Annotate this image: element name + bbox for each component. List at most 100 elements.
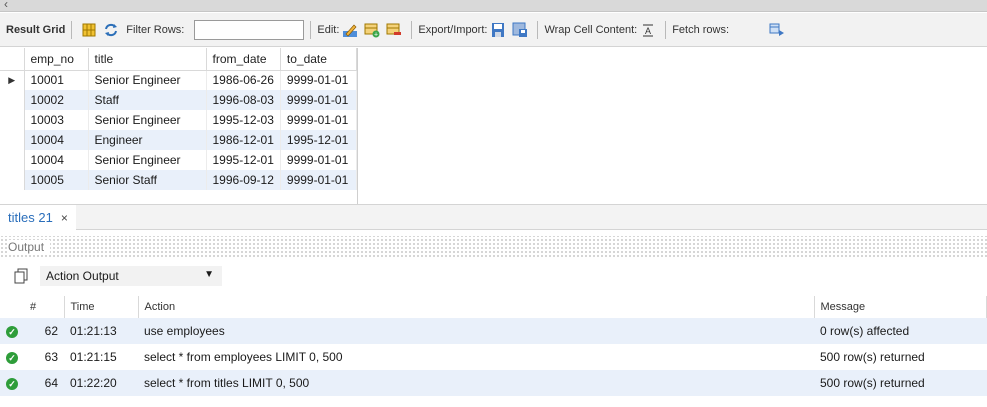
cell-to-date[interactable]: 9999-01-01: [280, 150, 357, 170]
table-row[interactable]: ▶ 10001 Senior Engineer 1986-06-26 9999-…: [0, 70, 357, 90]
row-marker-header: [0, 48, 25, 71]
column-header-from-date[interactable]: from_date: [206, 48, 281, 71]
row-marker: [0, 130, 25, 150]
output-row[interactable]: ✓ 64 01:22:20 select * from titles LIMIT…: [0, 370, 987, 396]
cell-from-date[interactable]: 1995-12-03: [206, 110, 281, 130]
back-arrow-icon[interactable]: ‹: [4, 0, 8, 11]
table-row[interactable]: 10005 Senior Staff 1996-09-12 9999-01-01: [0, 170, 357, 190]
add-row-icon[interactable]: +: [364, 22, 380, 38]
cell-emp-no[interactable]: 10001: [24, 70, 89, 90]
success-check-icon: ✓: [6, 326, 18, 338]
cell-to-date[interactable]: 1995-12-01: [280, 130, 357, 150]
fetch-next-icon[interactable]: [769, 22, 785, 38]
cell-message[interactable]: 500 row(s) returned: [814, 370, 987, 396]
result-tabs-bar: titles 21 ×: [0, 204, 987, 230]
column-header-time[interactable]: Time: [64, 296, 139, 318]
toolbar-separator: [665, 20, 667, 39]
cell-title[interactable]: Engineer: [88, 130, 207, 150]
column-header-action[interactable]: Action: [138, 296, 815, 318]
output-title-label: Output: [8, 240, 51, 254]
result-grid: emp_no title from_date to_date ▶ 10001 S…: [0, 48, 987, 204]
result-grid-table-wrapper: emp_no title from_date to_date ▶ 10001 S…: [0, 48, 358, 204]
cell-emp-no[interactable]: 10005: [24, 170, 89, 190]
fetch-rows-label: Fetch rows:: [672, 23, 730, 36]
wrap-cell-content-label: Wrap Cell Content:: [544, 23, 638, 36]
cell-from-date[interactable]: 1996-08-03: [206, 90, 281, 110]
toolbar-separator: [71, 20, 73, 39]
cell-from-date[interactable]: 1995-12-01: [206, 150, 281, 170]
cell-title[interactable]: Staff: [88, 90, 207, 110]
cell-emp-no[interactable]: 10002: [24, 90, 89, 110]
grid-view-icon[interactable]: [81, 22, 97, 38]
export-icon[interactable]: [490, 22, 506, 38]
output-type-select[interactable]: Action Output ▼: [40, 266, 222, 286]
cell-title[interactable]: Senior Engineer: [88, 70, 207, 90]
cell-action[interactable]: select * from titles LIMIT 0, 500: [138, 370, 814, 396]
result-grid-label[interactable]: Result Grid: [6, 24, 65, 36]
cell-to-date[interactable]: 9999-01-01: [280, 170, 357, 190]
cell-title[interactable]: Senior Engineer: [88, 110, 207, 130]
row-marker: [0, 90, 25, 110]
grid-header-row: emp_no title from_date to_date: [0, 48, 357, 71]
cell-number[interactable]: 63: [24, 344, 64, 370]
close-icon[interactable]: ×: [61, 211, 68, 225]
filter-rows-input[interactable]: [194, 19, 305, 40]
column-header-title[interactable]: title: [88, 48, 207, 71]
delete-row-icon[interactable]: [386, 22, 402, 38]
output-row[interactable]: ✓ 62 01:21:13 use employees 0 row(s) aff…: [0, 318, 987, 344]
column-header-number[interactable]: #: [24, 296, 65, 318]
export-import-label: Export/Import:: [418, 23, 488, 36]
cell-time[interactable]: 01:21:13: [64, 318, 138, 344]
column-header-to-date[interactable]: to_date: [280, 48, 357, 71]
row-marker: [0, 150, 25, 170]
cell-from-date[interactable]: 1986-06-26: [206, 70, 281, 90]
tab-titles-21[interactable]: titles 21 ×: [0, 205, 76, 230]
status-column-header: [0, 296, 24, 318]
cell-from-date[interactable]: 1986-12-01: [206, 130, 281, 150]
edit-label: Edit:: [317, 23, 340, 36]
copy-icon[interactable]: [13, 268, 29, 284]
cell-action[interactable]: select * from employees LIMIT 0, 500: [138, 344, 814, 370]
cell-emp-no[interactable]: 10004: [24, 150, 89, 170]
chevron-down-icon: ▼: [204, 269, 214, 280]
result-grid-table: emp_no title from_date to_date ▶ 10001 S…: [0, 48, 357, 190]
cell-message[interactable]: 0 row(s) affected: [814, 318, 987, 344]
cell-time[interactable]: 01:22:20: [64, 370, 138, 396]
success-check-icon: ✓: [6, 378, 18, 390]
column-header-message[interactable]: Message: [814, 296, 987, 318]
row-marker: [0, 110, 25, 130]
cell-from-date[interactable]: 1996-09-12: [206, 170, 281, 190]
cell-to-date[interactable]: 9999-01-01: [280, 110, 357, 130]
table-row[interactable]: 10002 Staff 1996-08-03 9999-01-01: [0, 90, 357, 110]
refresh-icon[interactable]: [103, 22, 119, 38]
current-row-marker-icon: ▶: [0, 70, 25, 90]
output-header-row: # Time Action Message: [0, 296, 987, 318]
filter-rows-label: Filter Rows:: [126, 23, 185, 36]
cell-to-date[interactable]: 9999-01-01: [280, 90, 357, 110]
cell-action[interactable]: use employees: [138, 318, 814, 344]
table-row[interactable]: 10004 Engineer 1986-12-01 1995-12-01: [0, 130, 357, 150]
cell-title[interactable]: Senior Staff: [88, 170, 207, 190]
output-toolbar: Action Output ▼: [0, 262, 987, 290]
output-type-value: Action Output: [46, 269, 119, 283]
edit-cell-icon[interactable]: [342, 22, 358, 38]
cell-number[interactable]: 62: [24, 318, 64, 344]
cell-title[interactable]: Senior Engineer: [88, 150, 207, 170]
cell-time[interactable]: 01:21:15: [64, 344, 138, 370]
row-marker: [0, 170, 25, 190]
import-icon[interactable]: [512, 22, 528, 38]
wrap-text-icon[interactable]: A: [640, 22, 656, 38]
column-header-emp-no[interactable]: emp_no: [24, 48, 89, 71]
cell-emp-no[interactable]: 10004: [24, 130, 89, 150]
output-row[interactable]: ✓ 63 01:21:15 select * from employees LI…: [0, 344, 987, 370]
table-row[interactable]: 10004 Senior Engineer 1995-12-01 9999-01…: [0, 150, 357, 170]
action-output-table: # Time Action Message ✓ 62 01:21:13 use …: [0, 296, 987, 396]
cell-to-date[interactable]: 9999-01-01: [280, 70, 357, 90]
status-cell: ✓: [0, 370, 24, 396]
table-row[interactable]: 10003 Senior Engineer 1995-12-03 9999-01…: [0, 110, 357, 130]
cell-number[interactable]: 64: [24, 370, 64, 396]
success-check-icon: ✓: [6, 352, 18, 364]
top-strip: ‹: [0, 0, 987, 12]
cell-emp-no[interactable]: 10003: [24, 110, 89, 130]
cell-message[interactable]: 500 row(s) returned: [814, 344, 987, 370]
